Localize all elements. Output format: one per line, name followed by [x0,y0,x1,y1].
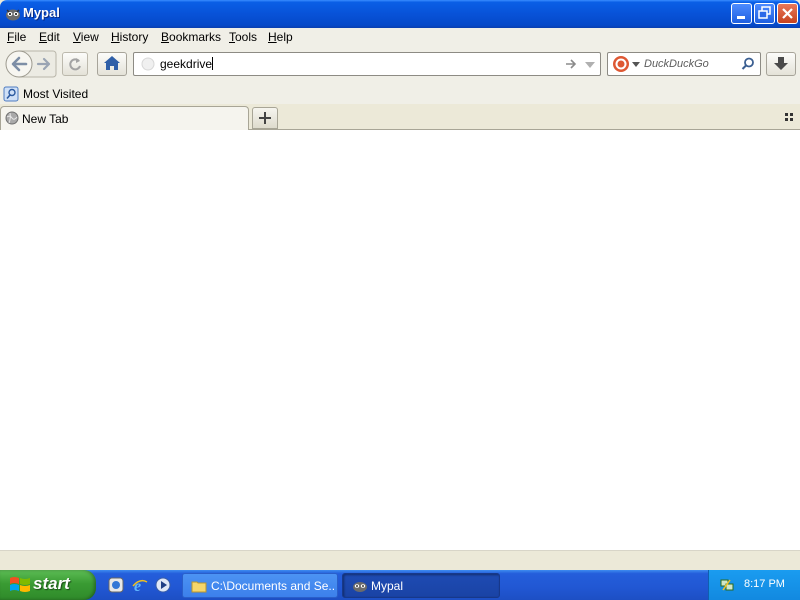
network-icon[interactable] [719,577,735,593]
start-label: start [33,574,70,593]
url-bar[interactable]: geekdrive [133,52,601,76]
taskbar-button-mypal[interactable]: Mypal [342,573,500,598]
task-label: Mypal [371,579,404,593]
home-icon [104,56,120,70]
page-content[interactable] [0,130,800,550]
tab-label: New Tab [22,112,69,126]
search-icon[interactable] [741,57,755,71]
back-arrow-icon [11,56,28,72]
reload-icon [69,58,81,71]
back-button[interactable] [7,52,31,76]
duckduckgo-icon[interactable] [612,55,630,73]
search-input[interactable]: DuckDuckGo [644,58,709,70]
bookmarks-toolbar: Most Visited [0,82,800,104]
window-titlebar[interactable]: Mypal [0,0,800,28]
text-caret [212,57,214,70]
home-button[interactable] [97,52,127,76]
back-forward-group [5,50,57,78]
search-bar[interactable]: DuckDuckGo [607,52,761,76]
window-title: Mypal [23,5,60,20]
media-player-icon[interactable] [154,576,172,594]
start-button[interactable]: start [0,570,96,600]
globe-icon [5,111,19,125]
task-label: C:\Documents and Se... [211,579,335,593]
internet-explorer-icon[interactable]: e [131,576,149,594]
engine-dropdown-icon[interactable] [632,62,640,68]
downloads-button[interactable] [766,52,796,76]
forward-arrow-icon [36,57,51,71]
restore-button[interactable] [754,3,775,24]
mypal-app-icon [5,6,21,22]
page-globe-icon [141,57,155,71]
bookmark-label: Most Visited [23,87,89,101]
minimize-button[interactable] [731,3,752,24]
url-input: geekdrive [160,57,214,71]
menu-edit[interactable]: Edit [39,29,60,46]
folder-icon [191,581,207,593]
clock: 8:17 PM [744,578,785,590]
menu-view[interactable]: View [73,29,99,46]
go-arrow-icon[interactable] [564,58,578,70]
smart-bookmark-icon [3,86,19,102]
windows-logo-icon [10,577,30,592]
reload-button[interactable] [62,52,88,76]
tab-strip: New Tab [0,104,800,130]
history-dropdown-icon[interactable] [584,60,596,70]
close-button[interactable] [777,3,798,24]
list-all-tabs-icon[interactable] [784,112,794,122]
navigation-toolbar: geekdrive DuckDuckGo [0,48,800,82]
menu-history[interactable]: History [111,29,148,46]
plus-icon [259,112,271,124]
menu-bar: File Edit View History Bookmarks Tools H… [0,28,800,48]
menu-bookmarks[interactable]: Bookmarks [161,29,221,46]
menu-tools[interactable]: Tools [229,29,257,46]
taskbar-button-explorer[interactable]: C:\Documents and Se... [182,573,338,598]
menu-help[interactable]: Help [268,29,293,46]
new-tab-button[interactable] [252,107,278,129]
tab-new-tab[interactable]: New Tab [0,106,249,130]
download-arrow-icon [774,57,788,70]
quicklaunch-app-icon[interactable] [107,576,125,594]
forward-button[interactable] [35,56,53,72]
status-bar [0,550,800,570]
menu-file[interactable]: File [7,29,26,46]
taskbar: start e C:\Documents and Se... Mypal 8:1… [0,570,800,600]
system-tray: 8:17 PM [708,570,800,600]
mypal-icon [353,582,367,592]
